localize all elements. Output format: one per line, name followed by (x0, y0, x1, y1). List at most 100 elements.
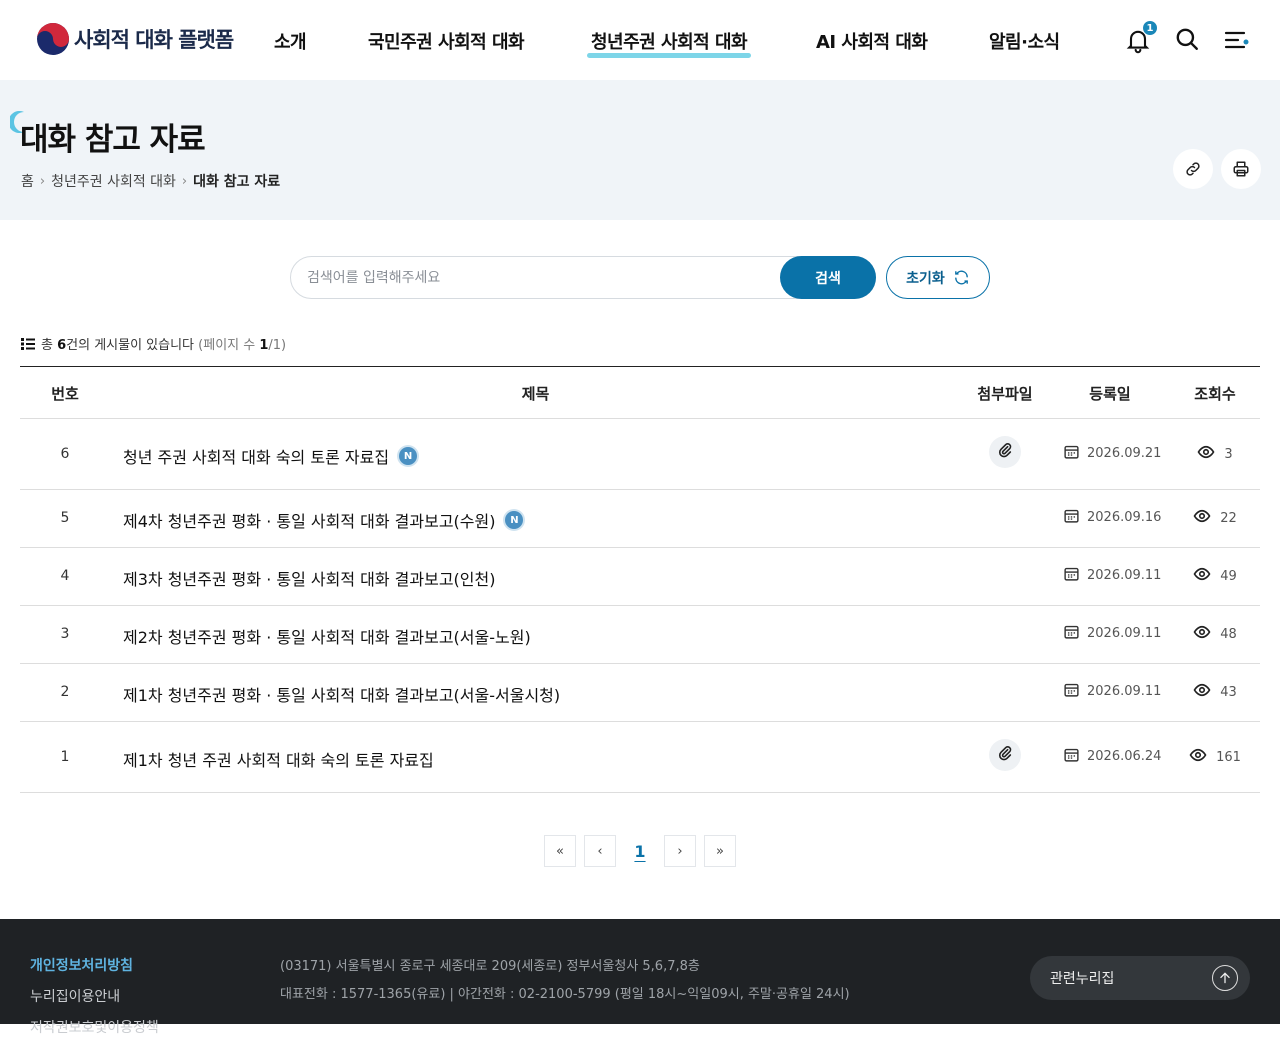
footer-privacy-link[interactable]: 개인정보처리방침 (30, 955, 133, 975)
footer-usage-link[interactable]: 누리집이용안내 (30, 986, 120, 1006)
row-title: 제2차 청년주권 평화 · 통일 사회적 대화 결과보고(서울-노원) (123, 628, 531, 647)
row-title: 제3차 청년주권 평화 · 통일 사회적 대화 결과보고(인천) (123, 570, 496, 589)
chevron-right-icon: › (181, 173, 188, 189)
row-title: 청년 주권 사회적 대화 숙의 토론 자료집 (123, 448, 390, 467)
search-submit-button[interactable]: 검색 (780, 256, 876, 299)
table-row: 1 제1차 청년 주권 사회적 대화 숙의 토론 자료집 2026.06.24 161 (20, 722, 1260, 793)
row-date-text: 2026.09.11 (1087, 626, 1162, 641)
attachment-download-button[interactable] (989, 739, 1021, 771)
site-logo[interactable]: 사회적 대화 플랫폼 (36, 22, 234, 56)
board-table: 번호 제목 첨부파일 등록일 조회수 6 청년 주권 사회적 대화 숙의 토론 자… (20, 366, 1260, 793)
page-title-band: 대화 참고 자료 홈 › 청년주권 사회적 대화 › 대화 참고 자료 (0, 80, 1280, 220)
row-views: 22 (1170, 507, 1260, 529)
chevron-left-icon: ‹ (597, 843, 603, 859)
breadcrumb: 홈 › 청년주권 사회적 대화 › 대화 참고 자료 (21, 171, 280, 191)
page-last-button[interactable]: » (704, 835, 736, 867)
menu-button[interactable] (1223, 26, 1251, 54)
calendar-icon (1063, 565, 1080, 586)
site-footer: 개인정보처리방침 누리집이용안내 저작권보호및이용정책 (03171) 서울특별… (0, 919, 1280, 1036)
row-views-count: 48 (1220, 626, 1237, 642)
eye-icon (1193, 507, 1211, 529)
print-icon (1233, 161, 1249, 177)
page-number-current[interactable]: 1 (624, 835, 656, 867)
row-number: 1 (60, 749, 70, 765)
nav-item-ai[interactable]: AI 사회적 대화 (816, 28, 928, 54)
search-input[interactable] (307, 257, 777, 298)
calendar-icon (1063, 507, 1080, 528)
row-views-count: 43 (1220, 684, 1237, 700)
header-title: 제목 (521, 385, 550, 403)
row-date: 2026.09.11 (1063, 623, 1161, 644)
nav-item-intro[interactable]: 소개 (274, 28, 307, 54)
row-views: 48 (1170, 623, 1260, 645)
link-icon (1186, 162, 1200, 176)
row-title: 제4차 청년주권 평화 · 통일 사회적 대화 결과보고(수원) (123, 512, 496, 531)
page-title: 대화 참고 자료 (20, 122, 206, 158)
logo-text: 사회적 대화 플랫폼 (74, 28, 234, 52)
search-button[interactable] (1174, 26, 1202, 54)
page-count-suffix: /1) (268, 338, 287, 353)
table-row: 4 제3차 청년주권 평화 · 통일 사회적 대화 결과보고(인천) 2026.09… (20, 548, 1260, 606)
count-total: 6 (57, 338, 67, 353)
page-first-button[interactable]: « (544, 835, 576, 867)
eye-icon (1193, 565, 1211, 587)
page-next-button[interactable]: › (664, 835, 696, 867)
list-icon (21, 337, 35, 350)
table-row: 2 제1차 청년주권 평화 · 통일 사회적 대화 결과보고(서울-서울시청) 20… (20, 664, 1260, 722)
table-body: 6 청년 주권 사회적 대화 숙의 토론 자료집 N 2026.09.21 3 5 제4차 … (20, 419, 1260, 793)
double-chevron-left-icon: « (556, 843, 564, 859)
nav-item-news[interactable]: 알림·소식 (989, 28, 1060, 54)
government-emblem-icon (37, 23, 69, 55)
row-views: 49 (1170, 565, 1260, 587)
row-title-link[interactable]: 제3차 청년주권 평화 · 통일 사회적 대화 결과보고(인천) (123, 566, 495, 590)
row-date: 2026.06.24 (1063, 746, 1161, 767)
table-row: 3 제2차 청년주권 평화 · 통일 사회적 대화 결과보고(서울-노원) 2026… (20, 606, 1260, 664)
attachment-download-button[interactable] (989, 436, 1021, 468)
paperclip-icon (997, 442, 1013, 462)
related-sites-button[interactable]: 관련누리집 (1030, 956, 1250, 1000)
row-date: 2026.09.21 (1063, 443, 1161, 464)
eye-icon (1193, 623, 1211, 645)
notification-count-badge: 1 (1142, 20, 1158, 36)
footer-address: (03171) 서울특별시 종로구 세종대로 209(세종로) 정부서울청사 5… (280, 959, 700, 974)
row-title: 제1차 청년주권 평화 · 통일 사회적 대화 결과보고(서울-서울시청) (123, 686, 561, 705)
search-icon (1176, 28, 1198, 50)
chevron-right-icon: › (39, 173, 46, 189)
header-attachment: 첨부파일 (977, 385, 1033, 403)
nav-item-youth[interactable]: 청년주권 사회적 대화 (586, 28, 752, 58)
row-views-count: 22 (1220, 510, 1237, 526)
table-row: 6 청년 주권 사회적 대화 숙의 토론 자료집 N 2026.09.21 3 (20, 419, 1260, 490)
new-badge: N (505, 511, 524, 529)
row-title-link[interactable]: 제2차 청년주권 평화 · 통일 사회적 대화 결과보고(서울-노원) (123, 624, 531, 648)
chevron-right-icon: › (677, 843, 683, 859)
calendar-icon (1063, 443, 1080, 464)
print-button[interactable] (1221, 149, 1261, 189)
page-prev-button[interactable]: ‹ (584, 835, 616, 867)
row-title: 제1차 청년 주권 사회적 대화 숙의 토론 자료집 (123, 751, 434, 770)
row-date: 2026.09.16 (1063, 507, 1161, 528)
row-date-text: 2026.09.11 (1087, 568, 1162, 583)
row-number: 4 (60, 568, 70, 584)
copy-link-button[interactable] (1173, 149, 1213, 189)
reset-button[interactable]: 초기화 (886, 256, 990, 299)
notification-button[interactable]: 1 (1124, 20, 1158, 54)
calendar-icon (1063, 681, 1080, 702)
row-views: 43 (1170, 681, 1260, 703)
row-title-link[interactable]: 제4차 청년주권 평화 · 통일 사회적 대화 결과보고(수원) N (123, 508, 524, 532)
row-title-link[interactable]: 제1차 청년주권 평화 · 통일 사회적 대화 결과보고(서울-서울시청) (123, 682, 560, 706)
row-title-link[interactable]: 제1차 청년 주권 사회적 대화 숙의 토론 자료집 (123, 747, 434, 771)
breadcrumb-youth[interactable]: 청년주권 사회적 대화 (51, 171, 176, 191)
breadcrumb-current: 대화 참고 자료 (193, 174, 281, 190)
row-date-text: 2026.09.16 (1087, 510, 1162, 525)
menu-icon (1224, 31, 1249, 49)
breadcrumb-home[interactable]: 홈 (21, 171, 34, 191)
nav-item-national[interactable]: 국민주권 사회적 대화 (368, 28, 525, 54)
result-count: 총 6건의 게시물이 있습니다 (페이지 수 1/1) (21, 334, 286, 353)
row-title-link[interactable]: 청년 주권 사회적 대화 숙의 토론 자료집 N (123, 444, 418, 468)
refresh-icon (954, 270, 968, 285)
footer-copyright-link[interactable]: 저작권보호및이용정책 (30, 1017, 159, 1037)
table-row: 5 제4차 청년주권 평화 · 통일 사회적 대화 결과보고(수원) N 2026.0… (20, 490, 1260, 548)
eye-icon (1189, 746, 1207, 768)
new-badge: N (399, 447, 418, 465)
table-header: 번호 제목 첨부파일 등록일 조회수 (20, 367, 1260, 419)
